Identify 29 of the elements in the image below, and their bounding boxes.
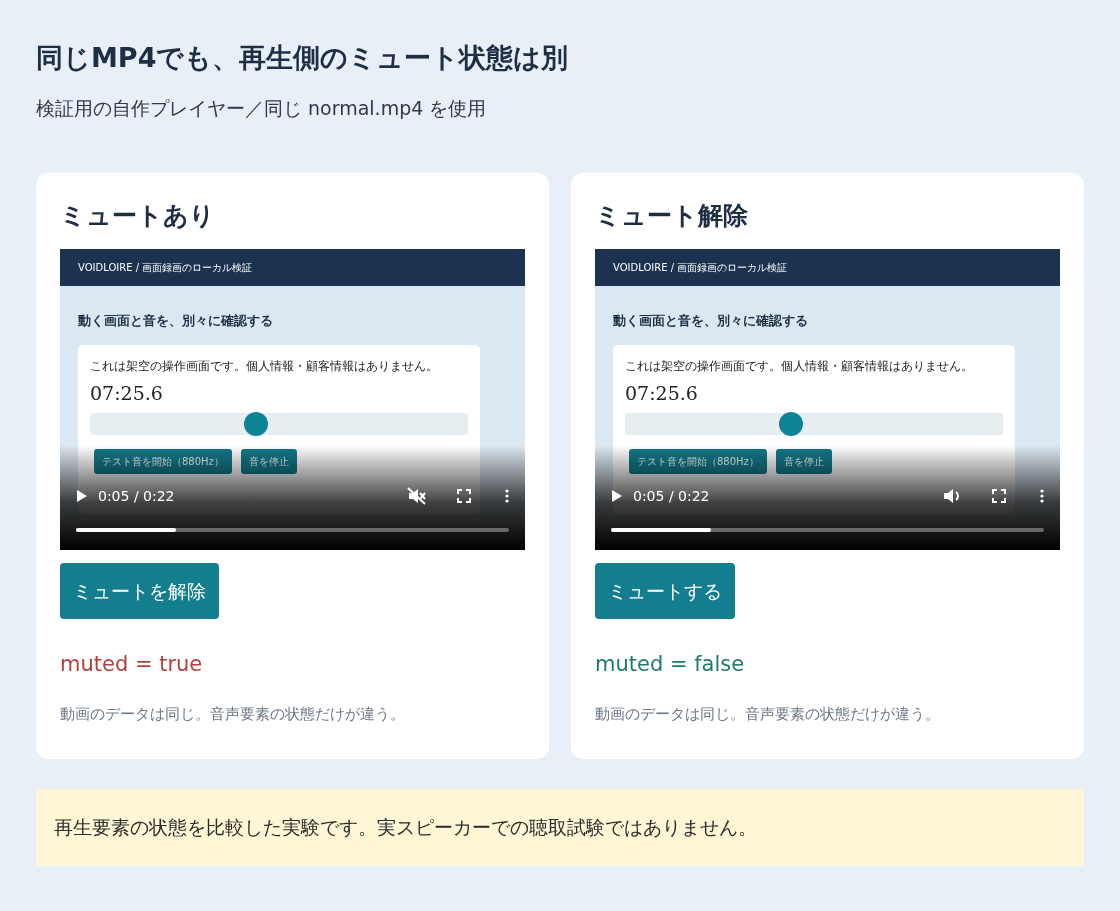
more-icon[interactable] xyxy=(1040,489,1044,504)
mute-toggle-button[interactable]: ミュートする xyxy=(595,562,735,620)
video-timer: 07:25.6 xyxy=(90,380,164,406)
video-time: 0:05 / 0:22 xyxy=(98,486,175,506)
muted-state-text: muted = false xyxy=(595,651,746,679)
video-disclaimer: これは架空の操作画面です。個人情報・顧客情報はありません。 xyxy=(625,357,974,375)
play-icon[interactable] xyxy=(76,489,88,504)
mute-toggle-button[interactable]: ミュートを解除 xyxy=(60,562,219,620)
muted-speaker-icon[interactable] xyxy=(407,487,427,506)
video-time: 0:05 / 0:22 xyxy=(633,486,710,506)
play-icon[interactable] xyxy=(611,489,623,504)
video-timer: 07:25.6 xyxy=(625,380,699,406)
video-header-text: VOIDLOIRE / 画面録画のローカル検証 xyxy=(60,248,525,286)
video-heading: 動く画面と音を、別々に確認する xyxy=(613,311,809,330)
panel-title: ミュート解除 xyxy=(595,200,749,231)
video-heading: 動く画面と音を、別々に確認する xyxy=(78,311,274,330)
video-disclaimer: これは架空の操作画面です。個人情報・顧客情報はありません。 xyxy=(90,357,439,375)
video-header-text: VOIDLOIRE / 画面録画のローカル検証 xyxy=(595,248,1060,286)
panel-note: 動画のデータは同じ。音声要素の状態だけが違う。 xyxy=(595,703,941,725)
page-title: 同じMP4でも、再生側のミュート状態は別 xyxy=(36,42,570,75)
page-subtitle: 検証用の自作プレイヤー／同じ normal.mp4 を使用 xyxy=(36,96,488,122)
panel-note: 動画のデータは同じ。音声要素の状態だけが違う。 xyxy=(60,703,406,725)
notice-text: 再生要素の状態を比較した実験です。実スピーカーでの聴取試験ではありません。 xyxy=(36,789,1084,866)
speaker-icon[interactable] xyxy=(942,487,962,506)
panel-title: ミュートあり xyxy=(60,200,216,231)
muted-state-text: muted = true xyxy=(60,651,204,679)
fullscreen-icon[interactable] xyxy=(457,489,471,504)
fullscreen-icon[interactable] xyxy=(992,489,1006,504)
more-icon[interactable] xyxy=(505,489,509,504)
